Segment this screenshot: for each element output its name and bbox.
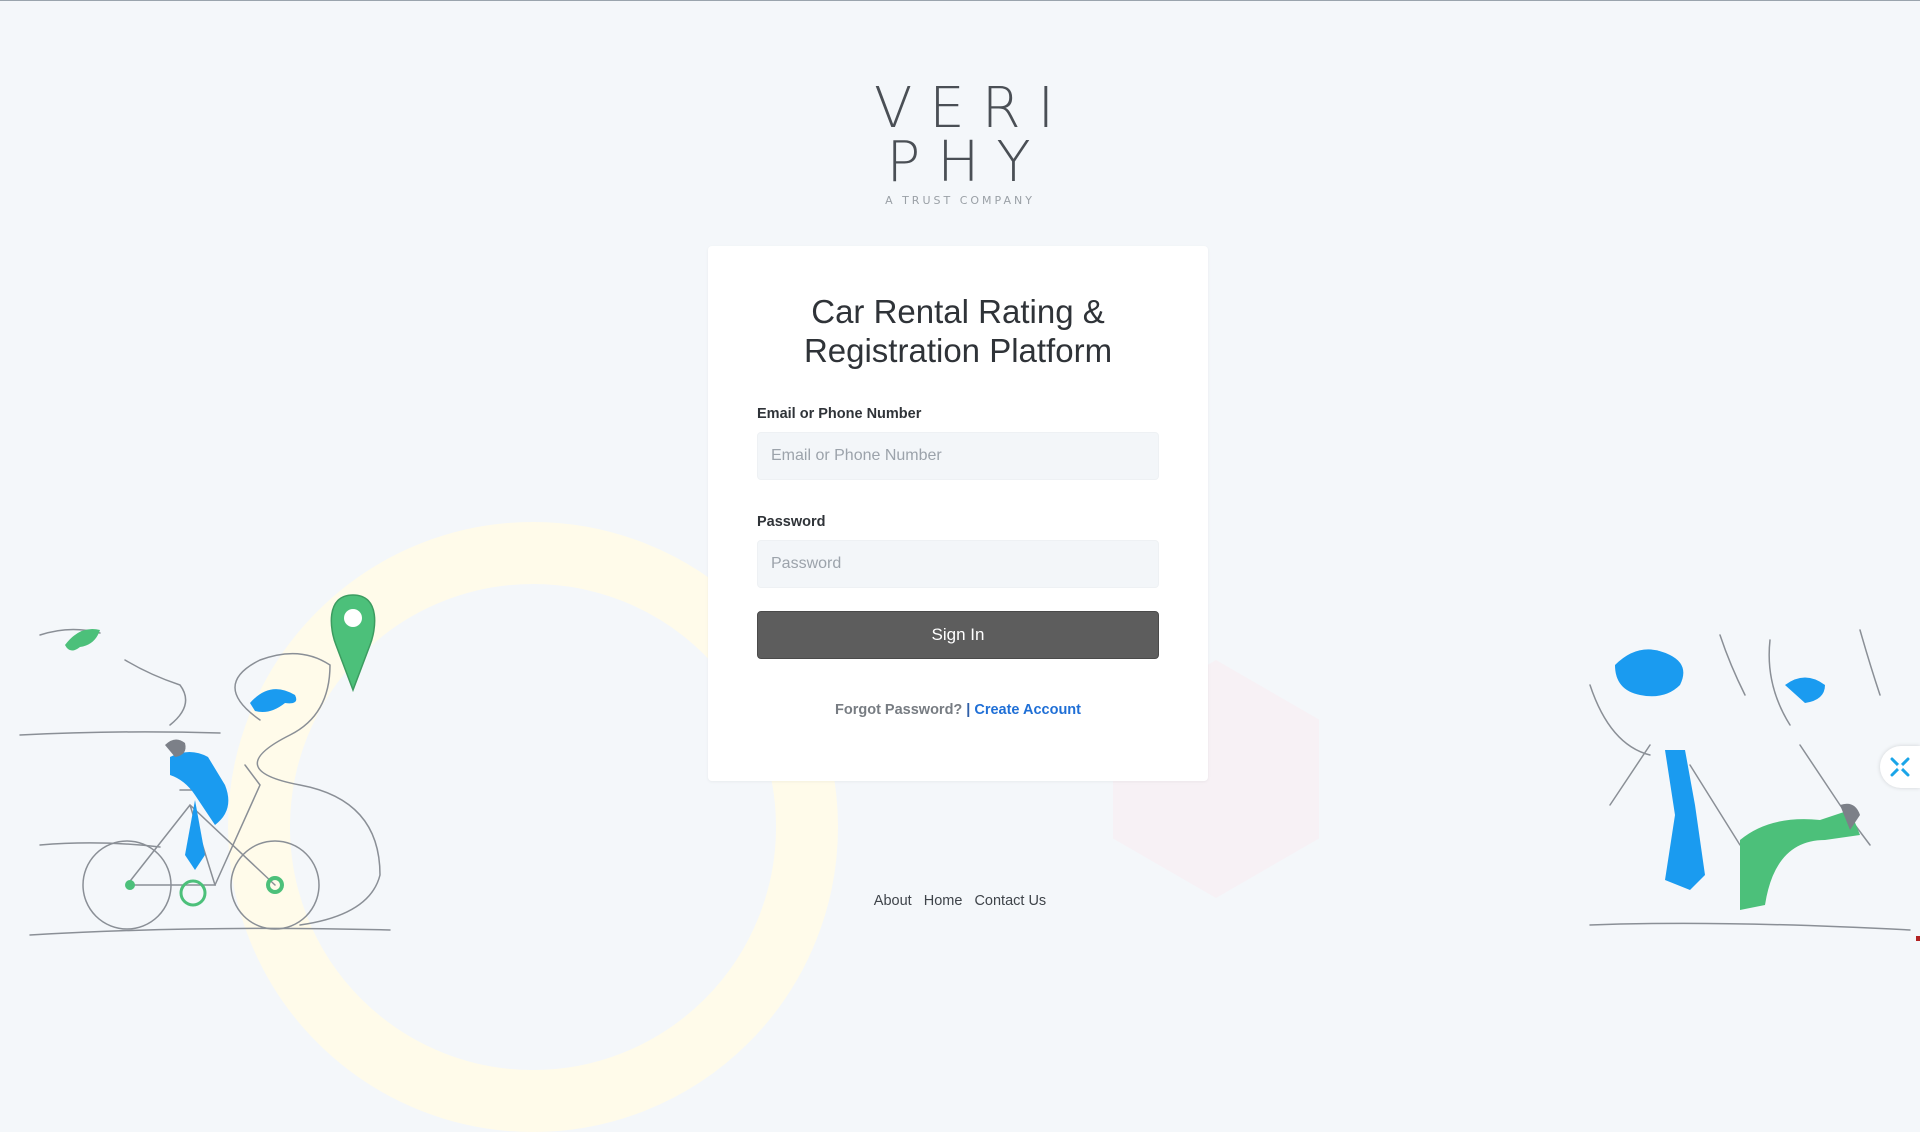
logo-tagline: A TRUST COMPANY (885, 194, 1035, 207)
footer-nav: About Home Contact Us (0, 893, 1920, 909)
footer-link-home[interactable]: Home (924, 893, 963, 909)
account-links: Forgot Password? | Create Account (708, 702, 1208, 718)
cyclists-illustration (19, 594, 391, 936)
footer-link-contact[interactable]: Contact Us (974, 893, 1046, 909)
link-separator: | (966, 702, 971, 718)
login-card: Car Rental Rating & Registration Platfor… (708, 246, 1208, 781)
title-line-1: Car Rental Rating & (811, 293, 1105, 330)
title-line-2: Registration Platform (803, 332, 1113, 369)
veriphy-logo: VERI PHY A TRUST COMPANY (860, 76, 1072, 208)
forgot-password-link[interactable]: Forgot Password? (835, 702, 962, 718)
create-account-link[interactable]: Create Account (974, 702, 1081, 718)
page-title: Car Rental Rating & Registration Platfor… (708, 292, 1208, 370)
footer-link-about[interactable]: About (874, 893, 912, 909)
email-field[interactable] (757, 432, 1159, 480)
password-label: Password (757, 514, 826, 530)
logo-line-2: PHY (886, 130, 1048, 195)
corner-indicator (1916, 936, 1920, 941)
sign-in-button[interactable]: Sign In (757, 611, 1159, 659)
top-border (0, 0, 1920, 1)
chat-widget-icon (1890, 757, 1910, 777)
email-label: Email or Phone Number (757, 406, 922, 422)
chat-widget-button[interactable] (1880, 746, 1920, 788)
logo-line-1: VERI (874, 76, 1072, 141)
password-field[interactable] (757, 540, 1159, 588)
